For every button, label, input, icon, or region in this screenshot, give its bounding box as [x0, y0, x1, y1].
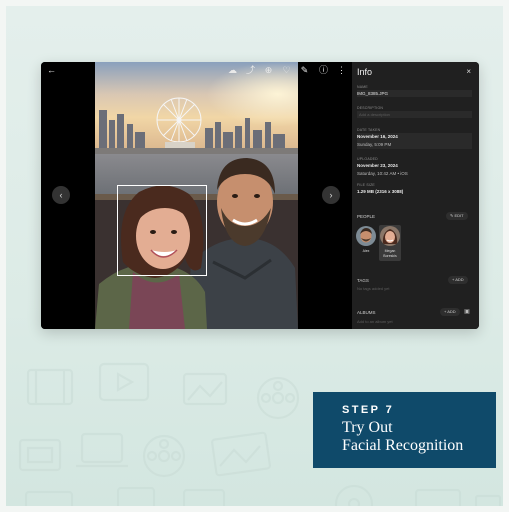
uploaded-time: Saturday, 10:42 AM • iOS	[357, 171, 408, 176]
person-chip[interactable]: Megan Boreskis	[379, 225, 401, 261]
file-size-label: FILE SIZE	[357, 183, 375, 187]
image-icon-2	[116, 486, 156, 506]
video-icon	[98, 362, 150, 402]
laptop-icon	[76, 432, 128, 468]
reel-icon-2	[142, 434, 186, 478]
avatar	[356, 226, 376, 246]
previous-photo-button[interactable]: ‹	[52, 186, 70, 204]
step-title-line-2: Facial Recognition	[342, 437, 464, 454]
people-label: PEOPLE	[357, 214, 376, 219]
film-icon	[26, 368, 74, 406]
more-vertical-icon[interactable]: ⋮	[336, 65, 347, 76]
zoom-icon[interactable]: ⊕	[263, 65, 274, 76]
person-name: Megan Boreskis	[383, 249, 397, 258]
back-arrow-icon[interactable]: ←	[46, 65, 57, 76]
photo-viewer: ← ☁ ⤴ ⊕ ♡ ✎ ⓘ ⋮ ‹ ›	[41, 62, 352, 329]
step-card: STEP 7 Try Out Facial Recognition	[313, 392, 496, 468]
photo-app-window: ← ☁ ⤴ ⊕ ♡ ✎ ⓘ ⋮ ‹ › Info × NAME IMG_8385…	[41, 62, 479, 329]
edit-icon[interactable]: ✎	[299, 65, 310, 76]
close-icon[interactable]: ×	[466, 67, 471, 76]
tags-placeholder: No tags added yet	[357, 286, 390, 291]
description-label: DESCRIPTION	[357, 106, 384, 110]
person-name: Alex	[362, 249, 370, 253]
next-photo-button[interactable]: ›	[322, 186, 340, 204]
photo-frame-icon	[18, 438, 62, 472]
avatar	[380, 226, 400, 246]
image-icon-3	[414, 488, 462, 506]
picture-icon	[211, 431, 271, 477]
step-title-line-1: Try Out	[342, 419, 393, 436]
favorite-heart-icon[interactable]: ♡	[281, 65, 292, 76]
info-panel-title: Info	[357, 67, 373, 77]
info-icon[interactable]: ⓘ	[318, 65, 329, 76]
description-placeholder: Add a description	[359, 112, 390, 117]
cloud-icon[interactable]: ☁	[227, 65, 238, 76]
tags-label: TAGS	[357, 278, 369, 283]
document-icon	[182, 488, 226, 506]
date-taken-value: November 16, 2024	[357, 134, 398, 139]
person-chip[interactable]: Alex	[355, 225, 377, 261]
albums-placeholder: Add to an album yet	[357, 319, 393, 324]
share-icon[interactable]: ⤴	[245, 65, 256, 76]
date-taken-label: DATE TAKEN	[357, 128, 381, 132]
albums-add-button[interactable]: + ADD	[440, 308, 460, 316]
name-label: NAME	[357, 85, 368, 89]
face-detection-box[interactable]	[117, 185, 207, 276]
tags-add-button[interactable]: + ADD	[448, 276, 468, 284]
people-edit-button[interactable]: ✎ EDIT	[446, 212, 468, 220]
film-strip-icon	[24, 490, 74, 506]
image-icon	[182, 372, 228, 406]
step-label: STEP 7	[342, 404, 395, 416]
date-taken-time: Sunday, 5:09 PM	[357, 142, 392, 147]
frame-icon	[474, 494, 502, 506]
name-value: IMG_8385.JPG	[357, 91, 389, 96]
info-panel: Info × NAME IMG_8385.JPG DESCRIPTION Add…	[352, 62, 479, 329]
uploaded-value: November 23, 2024	[357, 163, 398, 168]
reel-icon-3	[334, 484, 374, 506]
album-icon[interactable]: ▣	[463, 308, 471, 316]
file-size-value: 1.29 MB (2316 x 3088)	[357, 189, 404, 194]
albums-label: ALBUMS	[357, 310, 376, 315]
viewer-toolbar: ← ☁ ⤴ ⊕ ♡ ✎ ⓘ ⋮	[41, 62, 352, 80]
uploaded-label: UPLOADED	[357, 157, 378, 161]
reel-icon	[256, 376, 300, 420]
